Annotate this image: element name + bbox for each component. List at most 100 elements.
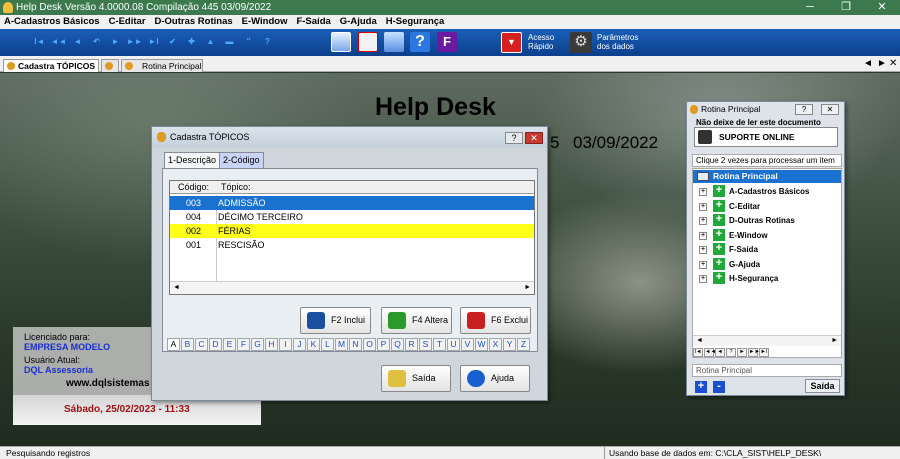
tab-scroll-right-icon[interactable]: ►: [877, 58, 887, 69]
nav-next-button[interactable]: ►: [737, 348, 747, 357]
letter-e[interactable]: E: [223, 338, 236, 351]
acesso-rapido-icon[interactable]: ▼: [501, 32, 522, 53]
refresh-button[interactable]: ↶: [87, 35, 106, 49]
delete-button[interactable]: ▬: [220, 35, 239, 49]
letter-i[interactable]: I: [279, 338, 292, 351]
letter-z[interactable]: Z: [517, 338, 530, 351]
letter-t[interactable]: T: [433, 338, 446, 351]
letter-s[interactable]: S: [419, 338, 432, 351]
menu-window[interactable]: E-Window: [242, 15, 288, 29]
letter-a[interactable]: A: [167, 338, 180, 351]
letter-k[interactable]: K: [307, 338, 320, 351]
expand-icon[interactable]: +: [699, 246, 707, 254]
scroll-left-arrow-icon[interactable]: ◄: [173, 282, 180, 294]
rotina-close-button[interactable]: ✕: [821, 104, 839, 115]
nav-query-button[interactable]: ?: [726, 348, 736, 357]
tab-user-icon[interactable]: [101, 59, 119, 72]
last-record-button[interactable]: ►I: [144, 35, 163, 49]
tree-node[interactable]: + + H-Segurança: [699, 272, 778, 285]
tree-node[interactable]: + + D-Outras Rotinas: [699, 214, 795, 227]
letter-g[interactable]: G: [251, 338, 264, 351]
parametros-label[interactable]: Parâmetros dos dados: [597, 33, 638, 51]
grid-horizontal-scrollbar[interactable]: ◄ ►: [170, 281, 534, 294]
scroll-right-arrow-icon[interactable]: ►: [831, 336, 838, 346]
letter-h[interactable]: H: [265, 338, 278, 351]
table-row[interactable]: 003 ADMISSÃO: [170, 196, 534, 210]
gear-icon[interactable]: ⚙: [570, 32, 592, 53]
letter-p[interactable]: P: [377, 338, 390, 351]
post-button[interactable]: ✔: [163, 35, 182, 49]
letter-y[interactable]: Y: [503, 338, 516, 351]
letter-o[interactable]: O: [363, 338, 376, 351]
tree-node[interactable]: + + F-Saída: [699, 243, 758, 256]
nav-prior-page-button[interactable]: ◄◄: [704, 348, 716, 357]
prior-page-button[interactable]: ◄◄: [49, 35, 68, 49]
saida-button[interactable]: Saída: [381, 365, 451, 392]
edit-button[interactable]: ▲: [201, 35, 220, 49]
menu-ajuda[interactable]: G-Ajuda: [340, 15, 377, 29]
tree-node[interactable]: + + G-Ajuda: [699, 258, 760, 271]
f-logo-icon[interactable]: F: [437, 32, 457, 52]
column-topico[interactable]: Tópico:: [221, 181, 251, 193]
expand-all-button[interactable]: +: [695, 381, 707, 393]
first-record-button[interactable]: I◄: [30, 35, 49, 49]
rotina-saida-button[interactable]: Saída: [805, 379, 840, 393]
menu-saida[interactable]: F-Saída: [296, 15, 330, 29]
letter-j[interactable]: J: [293, 338, 306, 351]
expand-icon[interactable]: +: [699, 261, 707, 269]
tab-rotina-principal[interactable]: Rotina Principal: [121, 59, 203, 72]
letter-n[interactable]: N: [349, 338, 362, 351]
letter-q[interactable]: Q: [391, 338, 404, 351]
tab-scroll-left-icon[interactable]: ◄: [863, 58, 873, 69]
letter-v[interactable]: V: [461, 338, 474, 351]
rotina-help-button[interactable]: ?: [795, 104, 813, 115]
menu-cadastros[interactable]: A-Cadastros Básicos: [4, 15, 100, 29]
inclui-button[interactable]: F2 Inclui: [300, 307, 371, 334]
letter-x[interactable]: X: [489, 338, 502, 351]
tab-close-icon[interactable]: ✕: [889, 58, 897, 69]
letter-u[interactable]: U: [447, 338, 460, 351]
tab-descricao[interactable]: 1-Descrição: [164, 152, 221, 168]
letter-w[interactable]: W: [475, 338, 488, 351]
tree-node[interactable]: + + E-Window: [699, 229, 768, 242]
expand-icon[interactable]: +: [699, 275, 707, 283]
collapse-all-button[interactable]: -: [713, 381, 725, 393]
expand-icon[interactable]: +: [699, 203, 707, 211]
tab-cadastra-topicos[interactable]: Cadastra TÓPICOS: [3, 59, 99, 72]
suporte-online-button[interactable]: SUPORTE ONLINE: [694, 127, 838, 147]
expand-icon[interactable]: +: [699, 217, 707, 225]
users-icon[interactable]: [384, 32, 404, 52]
restore-button[interactable]: ❐: [828, 0, 864, 15]
scroll-right-arrow-icon[interactable]: ►: [524, 282, 531, 294]
expand-icon[interactable]: +: [699, 232, 707, 240]
menu-outras-rotinas[interactable]: D-Outras Rotinas: [155, 15, 233, 29]
next-record-button[interactable]: ►: [106, 35, 125, 49]
menu-seguranca[interactable]: H-Segurança: [386, 15, 445, 29]
tree-node[interactable]: + + A-Cadastros Básicos: [699, 185, 809, 198]
tree-root[interactable]: Rotina Principal: [693, 170, 841, 183]
nav-next-page-button[interactable]: ►►: [748, 348, 760, 357]
topicos-grid[interactable]: Código: Tópico: 003 ADMISSÃO 004 DÉCIMO …: [169, 180, 535, 295]
letter-b[interactable]: B: [181, 338, 194, 351]
letter-r[interactable]: R: [405, 338, 418, 351]
prior-record-button[interactable]: ◄: [68, 35, 87, 49]
medical-kit-icon[interactable]: [358, 32, 378, 52]
nav-last-button[interactable]: ►I: [759, 348, 769, 357]
tab-codigo[interactable]: 2-Código: [219, 152, 264, 168]
close-window-button[interactable]: ✕: [864, 0, 900, 15]
expand-icon[interactable]: +: [699, 188, 707, 196]
minimize-button[interactable]: ─: [792, 0, 828, 15]
letter-f[interactable]: F: [237, 338, 250, 351]
insert-button[interactable]: ✚: [182, 35, 201, 49]
table-row[interactable]: 004 DÉCIMO TERCEIRO: [170, 210, 534, 224]
column-codigo[interactable]: Código:: [178, 181, 209, 193]
letter-m[interactable]: M: [335, 338, 348, 351]
altera-button[interactable]: F4 Altera: [381, 307, 452, 334]
quote-button[interactable]: ": [239, 35, 258, 49]
letter-l[interactable]: L: [321, 338, 334, 351]
calendar-icon[interactable]: [331, 32, 351, 52]
query-button[interactable]: ?: [258, 35, 277, 49]
table-row[interactable]: 002 FÉRIAS: [170, 224, 534, 238]
letter-c[interactable]: C: [195, 338, 208, 351]
next-page-button[interactable]: ►►: [125, 35, 144, 49]
